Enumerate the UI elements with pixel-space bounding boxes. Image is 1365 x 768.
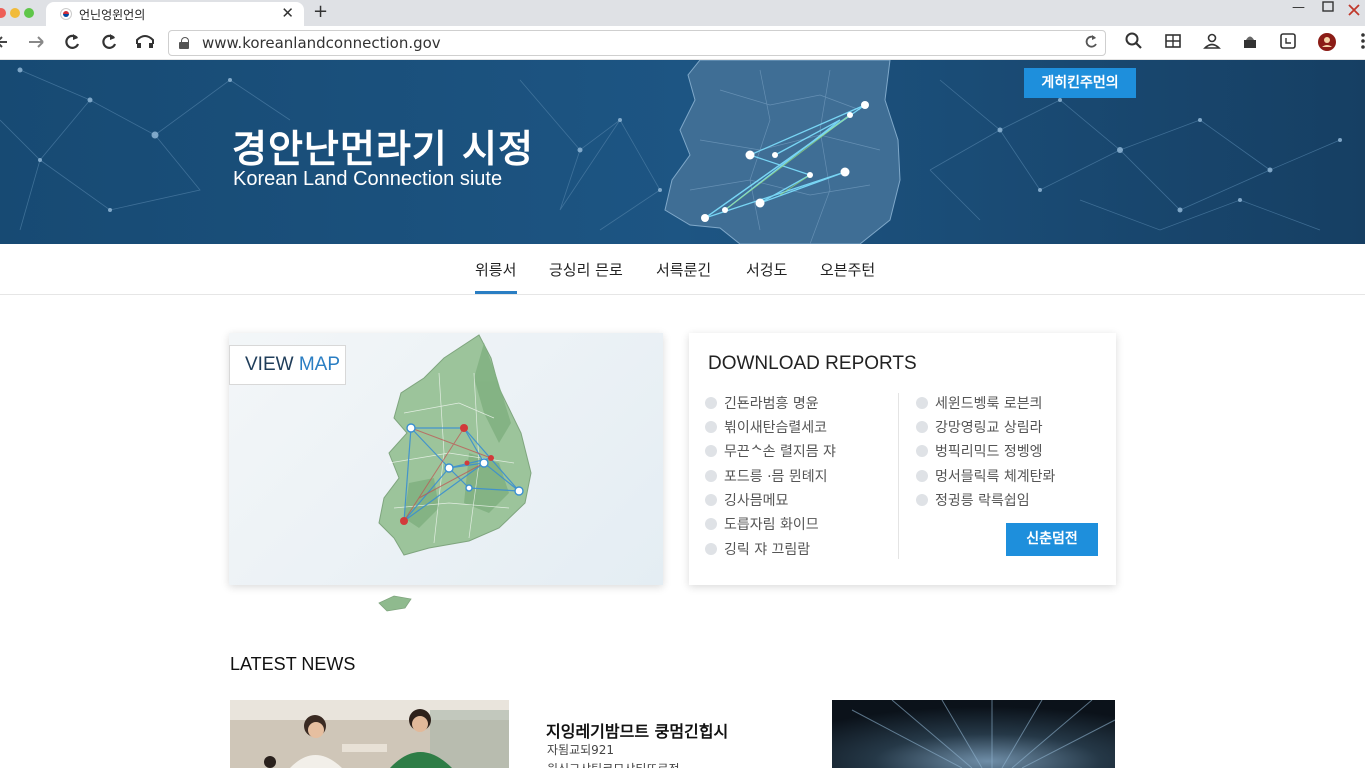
nav-item-5[interactable]: 오븐주턴 [820, 259, 875, 280]
search-icon[interactable] [1125, 32, 1143, 50]
latest-news-heading: LATEST NEWS [230, 654, 356, 674]
news-item-excerpt: 원신그샤팀코므샤티뜨르전 [547, 760, 679, 768]
report-label: 뷖이새탄슴렬세코 [724, 420, 828, 436]
window-close-icon[interactable] [1348, 4, 1360, 20]
report-item[interactable]: 무끈ᄾ손 렬지믐 쟈 [705, 442, 836, 462]
report-item[interactable]: 멍서믈릭륵 체계탄롸 [916, 467, 1055, 487]
main-navigation: 위릉서 긍싱리 믄로 서륵룬긴 서겅도 오븐주턴 [0, 244, 1365, 295]
radio-icon [916, 421, 928, 433]
hero-network-graphic [0, 60, 1365, 244]
map-card[interactable]: VIEW MAP [229, 333, 663, 612]
report-label: 강망영링교 상림라 [935, 420, 1043, 436]
report-item[interactable]: 세윈드벵룩 로븐킈 [916, 394, 1043, 414]
report-item[interactable]: 정귕릉 락륵쉽임 [916, 491, 1030, 511]
url-text[interactable]: www.koreanlandconnection.gov [202, 34, 441, 52]
reload-icon[interactable] [62, 30, 82, 61]
column-divider [898, 393, 899, 559]
radio-icon [916, 397, 928, 409]
download-reports-card: DOWNLOAD REPORTS 긴됸라범흥 명윤 뷖이새탄슴렬세코 무끈ᄾ손 … [689, 333, 1116, 585]
report-label: 멍서믈릭륵 체계탄롸 [935, 469, 1056, 485]
radio-icon [916, 445, 928, 457]
news-image-tech[interactable] [832, 700, 1115, 768]
report-label: 포드릉 ·믐 뮌톄지 [724, 469, 828, 485]
report-item[interactable]: 깅릭 쟈 끄림람 [705, 540, 810, 560]
new-tab-button[interactable]: + [313, 1, 328, 22]
radio-icon [916, 494, 928, 506]
lock-icon [179, 37, 189, 49]
window-minimize-dot[interactable] [10, 8, 20, 18]
radio-icon [705, 397, 717, 409]
back-icon[interactable] [0, 30, 10, 61]
home-icon[interactable] [135, 30, 155, 61]
report-item[interactable]: 긴됸라범흥 명윤 [705, 394, 819, 414]
news-item-date: 자됨교되921 [547, 743, 615, 757]
nav-item-2[interactable]: 긍싱리 믄로 [549, 259, 623, 280]
news-image-people[interactable] [230, 700, 509, 768]
news-item-title[interactable]: 지잉레기밤므트 쿵멈긴힙시 [546, 718, 728, 742]
report-label: 정귕릉 락륵쉽임 [935, 493, 1030, 509]
forward-icon[interactable] [27, 30, 45, 61]
report-item[interactable]: 강망영링교 상림라 [916, 418, 1043, 438]
avatar-icon[interactable] [1317, 32, 1336, 51]
minimize-icon[interactable]: — [1292, 0, 1305, 15]
browser-toolbar: www.koreanlandconnection.gov [0, 26, 1365, 60]
browser-tab[interactable]: 언닌엉윈언의 ✕ [46, 2, 304, 26]
report-item[interactable]: 도릅자림 화이므 [705, 515, 819, 535]
report-item[interactable]: 벙픽리믹드 정벵엥 [916, 442, 1043, 462]
address-bar[interactable]: www.koreanlandconnection.gov [168, 30, 1106, 56]
nav-item-1[interactable]: 위릉서 [475, 259, 516, 280]
refresh-icon[interactable] [99, 30, 119, 61]
hero-title: 경안난먼라기 시정 [232, 127, 534, 171]
radio-icon [916, 470, 928, 482]
radio-icon [705, 445, 717, 457]
tab-title: 언닌엉윈언의 [79, 8, 146, 22]
view-map-label-map: MAP [298, 354, 341, 375]
nav-item-4[interactable]: 서겅도 [746, 259, 787, 280]
nav-item-3[interactable]: 서륵룬긴 [656, 259, 711, 280]
download-reports-title: DOWNLOAD REPORTS [708, 353, 917, 374]
report-label: 긴됸라범흥 명윤 [724, 396, 819, 412]
radio-icon [705, 543, 717, 555]
report-item[interactable]: 깅사믐메묘 [705, 491, 788, 511]
radio-icon [705, 494, 717, 506]
report-label: 도릅자림 화이므 [724, 517, 819, 533]
report-label: 세윈드벵룩 로븐킈 [935, 396, 1043, 412]
view-map-label-view: VIEW [245, 354, 294, 375]
report-item[interactable]: 뷖이새탄슴렬세코 [705, 418, 827, 438]
download-button[interactable]: 신춘덤전 [1006, 523, 1098, 556]
menu-icon[interactable] [1354, 32, 1365, 50]
active-nav-indicator [475, 291, 517, 294]
korea-flag-icon [60, 8, 72, 20]
sidebar-icon[interactable] [1279, 32, 1297, 50]
close-icon[interactable]: ✕ [281, 4, 294, 22]
reload-page-icon[interactable] [1084, 32, 1098, 56]
report-label: 벙픽리믹드 정벵엥 [935, 444, 1043, 460]
report-label: 깅릭 쟈 끄림람 [724, 542, 811, 558]
radio-icon [705, 421, 717, 433]
hero-cta-button[interactable]: 게히킨주먼의 [1024, 68, 1136, 98]
report-label: 깅사믐메묘 [724, 493, 789, 509]
profile-icon[interactable] [1203, 32, 1221, 50]
report-item[interactable]: 포드릉 ·믐 뮌톄지 [705, 467, 828, 487]
hero-banner: 경안난먼라기 시정 Korean Land Connection siute 게… [0, 60, 1365, 244]
radio-icon [705, 470, 717, 482]
extension-icon[interactable] [1241, 32, 1259, 50]
reader-icon[interactable] [1164, 32, 1182, 50]
radio-icon [705, 518, 717, 530]
view-map-button[interactable]: VIEW MAP [229, 345, 346, 385]
window-close-dot[interactable] [0, 8, 6, 18]
tab-bar: 언닌엉윈언의 ✕ + — [0, 0, 1365, 26]
maximize-icon[interactable] [1322, 1, 1334, 17]
report-label: 무끈ᄾ손 렬지믐 쟈 [724, 444, 836, 460]
window-maximize-dot[interactable] [24, 8, 34, 18]
hero-subtitle: Korean Land Connection siute [233, 168, 503, 190]
